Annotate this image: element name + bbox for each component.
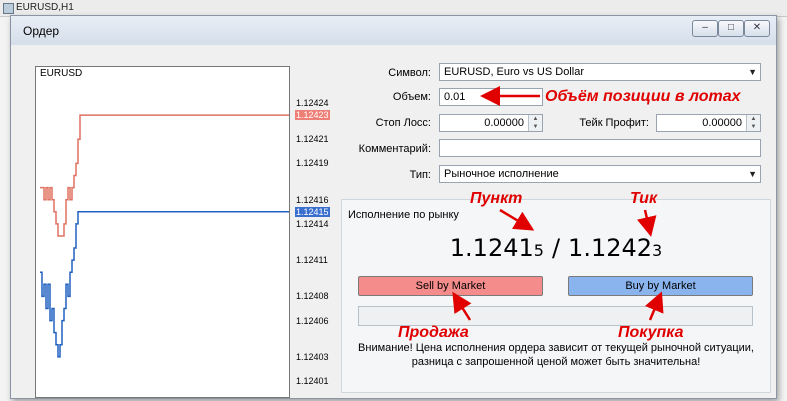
point-annotation: Пункт <box>470 190 523 207</box>
volume-annotation: Объём позиции в лотах <box>545 88 741 105</box>
tick-arrow <box>636 209 657 237</box>
sell-arrow <box>452 291 472 321</box>
point-arrow <box>499 208 535 231</box>
tick-annotation: Тик <box>630 190 658 207</box>
buy-arrow <box>645 291 664 321</box>
buy-annotation: Покупка <box>618 324 684 341</box>
sell-annotation: Продажа <box>398 324 469 341</box>
